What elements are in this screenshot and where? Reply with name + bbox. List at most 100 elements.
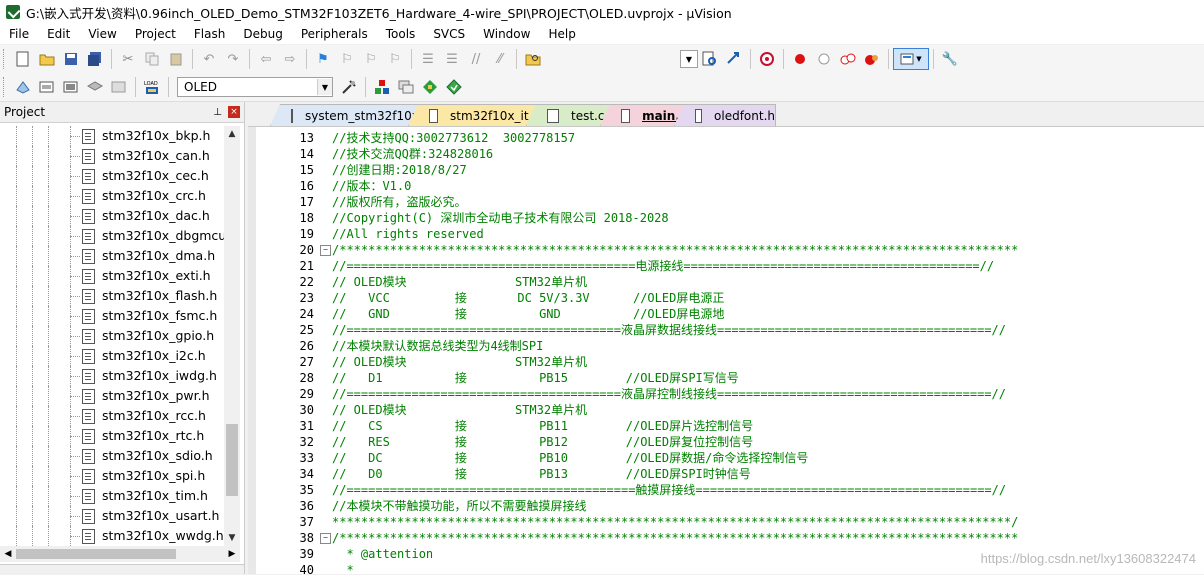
open-folder-icon[interactable] xyxy=(38,50,56,68)
code-line[interactable]: 31 // CS 接 PB11 //OLED屏片选控制信号 xyxy=(248,418,1204,434)
chevron-down-icon[interactable]: ▼ xyxy=(317,79,332,95)
manage-components-icon[interactable] xyxy=(373,78,391,96)
code-line[interactable]: 16 //版本：V1.0 xyxy=(248,178,1204,194)
code-line[interactable]: 14 //技术交流QQ群:324828016 xyxy=(248,146,1204,162)
scrollbar-thumb[interactable] xyxy=(16,549,176,559)
code-line[interactable]: 27 // OLED模块 STM32单片机 xyxy=(248,354,1204,370)
menu-view[interactable]: View xyxy=(79,27,125,41)
code-line[interactable]: 32 // RES 接 PB12 //OLED屏复位控制信号 xyxy=(248,434,1204,450)
undo-icon[interactable]: ↶ xyxy=(200,50,218,68)
menu-peripherals[interactable]: Peripherals xyxy=(292,27,377,41)
code-line[interactable]: 13 //技术支持QQ:3002773612 3002778157 xyxy=(248,130,1204,146)
scrollbar-thumb[interactable] xyxy=(226,424,238,496)
editor-tab[interactable]: oledfont.h xyxy=(674,104,776,126)
scroll-down-icon[interactable]: ▼ xyxy=(224,530,240,546)
code-line[interactable]: 37 **************************************… xyxy=(248,514,1204,530)
debug-session-icon[interactable] xyxy=(758,50,776,68)
rebuild-icon[interactable] xyxy=(62,78,80,96)
code-line[interactable]: 21 //====================================… xyxy=(248,258,1204,274)
kill-breakpoints-icon[interactable] xyxy=(863,50,881,68)
code-line[interactable]: 38−/************************************… xyxy=(248,530,1204,546)
save-icon[interactable] xyxy=(62,50,80,68)
tree-file-item[interactable]: stm32f10x_rcc.h xyxy=(0,406,224,426)
target-select[interactable]: OLED ▼ xyxy=(177,77,333,97)
tree-file-item[interactable]: stm32f10x_bkp.h xyxy=(0,126,224,146)
tree-file-item[interactable]: stm32f10x_fsmc.h xyxy=(0,306,224,326)
menu-edit[interactable]: Edit xyxy=(38,27,79,41)
tree-file-item[interactable]: stm32f10x_wwdg.h xyxy=(0,526,224,546)
select-packs-icon[interactable] xyxy=(421,78,439,96)
tree-file-item[interactable]: stm32f10x_dbgmcu.h xyxy=(0,226,224,246)
code-area[interactable]: 13 //技术支持QQ:3002773612 3002778157 14 //技术交流… xyxy=(248,127,1204,574)
uncomment-icon[interactable]: ⁄⁄ xyxy=(491,50,509,68)
code-line[interactable]: 20−/************************************… xyxy=(248,242,1204,258)
menu-debug[interactable]: Debug xyxy=(234,27,291,41)
find-dropdown[interactable]: ▼ xyxy=(680,50,698,68)
find-icon[interactable] xyxy=(701,50,719,68)
code-line[interactable]: 33 // DC 接 PB10 //OLED屏数据/命令选择控制信号 xyxy=(248,450,1204,466)
save-all-icon[interactable] xyxy=(86,50,104,68)
code-line[interactable]: 18 //Copyright(C) 深圳市全动电子技术有限公司 2018-2028 xyxy=(248,210,1204,226)
tree-file-item[interactable]: stm32f10x_iwdg.h xyxy=(0,366,224,386)
translate-icon[interactable] xyxy=(14,78,32,96)
editor-tab[interactable]: stm32f10x_it.c xyxy=(408,104,540,126)
target-options-icon[interactable] xyxy=(340,78,358,96)
cut-icon[interactable]: ✂ xyxy=(119,50,137,68)
window-layout-button[interactable]: ▼ xyxy=(893,48,929,70)
code-line[interactable]: 22 // OLED模块 STM32单片机 xyxy=(248,274,1204,290)
redo-icon[interactable]: ↷ xyxy=(224,50,242,68)
code-line[interactable]: 26 //本模块默认数据总线类型为4线制SPI xyxy=(248,338,1204,354)
code-line[interactable]: 23 // VCC 接 DC 5V/3.3V //OLED屏电源正 xyxy=(248,290,1204,306)
next-bookmark-icon[interactable]: ⚐ xyxy=(362,50,380,68)
pin-icon[interactable]: ⊥ xyxy=(213,107,222,118)
code-line[interactable]: 35 //====================================… xyxy=(248,482,1204,498)
paste-icon[interactable] xyxy=(167,50,185,68)
pack-installer-icon[interactable] xyxy=(445,78,463,96)
editor-tab[interactable]: test.c xyxy=(526,104,614,126)
menu-window[interactable]: Window xyxy=(474,27,539,41)
comment-icon[interactable]: // xyxy=(467,50,485,68)
editor-tab[interactable]: system_stm32f10x.c xyxy=(270,104,422,126)
tree-file-item[interactable]: stm32f10x_i2c.h xyxy=(0,346,224,366)
project-vertical-scrollbar[interactable]: ▲ ▼ xyxy=(224,126,240,546)
find-in-files-icon[interactable] xyxy=(524,50,542,68)
unindent-icon[interactable]: ☰ xyxy=(443,50,461,68)
tree-file-item[interactable]: stm32f10x_rtc.h xyxy=(0,426,224,446)
copy-icon[interactable] xyxy=(143,50,161,68)
menu-help[interactable]: Help xyxy=(539,27,584,41)
navigate-forward-icon[interactable]: ⇨ xyxy=(281,50,299,68)
clear-bookmarks-icon[interactable]: ⚐ xyxy=(386,50,404,68)
menu-flash[interactable]: Flash xyxy=(185,27,234,41)
code-line[interactable]: 17 //版权所有，盗版必究。 xyxy=(248,194,1204,210)
scroll-right-icon[interactable]: ▶ xyxy=(224,546,240,562)
tree-file-item[interactable]: stm32f10x_dac.h xyxy=(0,206,224,226)
batch-build-icon[interactable] xyxy=(86,78,104,96)
tree-file-item[interactable]: stm32f10x_dma.h xyxy=(0,246,224,266)
project-horizontal-scrollbar[interactable]: ◀ ▶ xyxy=(0,546,240,562)
code-line[interactable]: 30 // OLED模块 STM32单片机 xyxy=(248,402,1204,418)
build-icon[interactable] xyxy=(38,78,56,96)
bookmark-icon[interactable]: ⚑ xyxy=(314,50,332,68)
tree-file-item[interactable]: stm32f10x_spi.h xyxy=(0,466,224,486)
configure-icon[interactable]: 🔧 xyxy=(941,50,959,68)
navigate-back-icon[interactable]: ⇦ xyxy=(257,50,275,68)
code-line[interactable]: 19 //All rights reserved xyxy=(248,226,1204,242)
scroll-left-icon[interactable]: ◀ xyxy=(0,546,16,562)
code-line[interactable]: 24 // GND 接 GND //OLED屏电源地 xyxy=(248,306,1204,322)
menu-project[interactable]: Project xyxy=(126,27,185,41)
stop-build-icon[interactable] xyxy=(110,78,128,96)
tree-file-item[interactable]: stm32f10x_can.h xyxy=(0,146,224,166)
editor-tab[interactable]: main.c xyxy=(600,104,688,126)
insert-breakpoint-icon[interactable] xyxy=(791,50,809,68)
indent-icon[interactable]: ☰ xyxy=(419,50,437,68)
tree-file-item[interactable]: stm32f10x_tim.h xyxy=(0,486,224,506)
tree-file-item[interactable]: stm32f10x_sdio.h xyxy=(0,446,224,466)
file-extensions-icon[interactable] xyxy=(397,78,415,96)
menu-file[interactable]: File xyxy=(0,27,38,41)
code-line[interactable]: 28 // D1 接 PB15 //OLED屏SPI写信号 xyxy=(248,370,1204,386)
tree-file-item[interactable]: stm32f10x_flash.h xyxy=(0,286,224,306)
code-line[interactable]: 29 //====================================… xyxy=(248,386,1204,402)
menu-svcs[interactable]: SVCS xyxy=(424,27,474,41)
enable-breakpoint-icon[interactable] xyxy=(815,50,833,68)
tree-file-item[interactable]: stm32f10x_exti.h xyxy=(0,266,224,286)
